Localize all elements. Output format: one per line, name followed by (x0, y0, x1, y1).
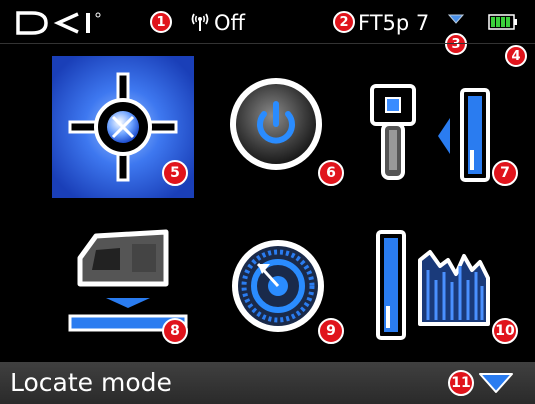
frequency-label: FT5p 7 (358, 11, 430, 35)
callout-5: 5 (162, 160, 188, 186)
callout-10: 10 (492, 318, 518, 344)
callout-8: 8 (162, 318, 188, 344)
telemetry-antenna-icon (191, 13, 209, 31)
menu-item-power[interactable] (224, 72, 334, 182)
status-bar: 1 Off 2 FT5p 7 3 4 (0, 0, 535, 67)
callout-3: 3 (445, 33, 467, 55)
calibration-dial-icon (232, 240, 324, 332)
callout-7: 7 (492, 160, 518, 186)
receiver-screen: 1 Off 2 FT5p 7 3 4 5 6 7 8 9 10 Locate m… (0, 0, 535, 404)
battery-icon (488, 14, 517, 30)
transmitter-battery-icon (370, 84, 490, 182)
bottom-bar: Locate mode 11 (0, 362, 535, 404)
callout-11: 11 (448, 370, 474, 396)
frequency-down-arrow-icon[interactable] (448, 14, 464, 24)
menu-down-arrow-icon[interactable] (478, 372, 514, 394)
menu-item-calibration[interactable] (226, 234, 332, 340)
mode-label: Locate mode (10, 368, 172, 397)
callout-2: 2 (333, 11, 355, 33)
callout-9: 9 (318, 318, 344, 344)
telemetry-status: Off (214, 11, 245, 35)
status-divider (0, 43, 535, 44)
power-icon (230, 78, 322, 170)
menu-item-transmitter[interactable] (366, 80, 506, 190)
dci-logo (16, 11, 101, 35)
callout-1: 1 (150, 11, 172, 33)
callout-6: 6 (318, 160, 344, 186)
callout-4: 4 (505, 45, 527, 67)
